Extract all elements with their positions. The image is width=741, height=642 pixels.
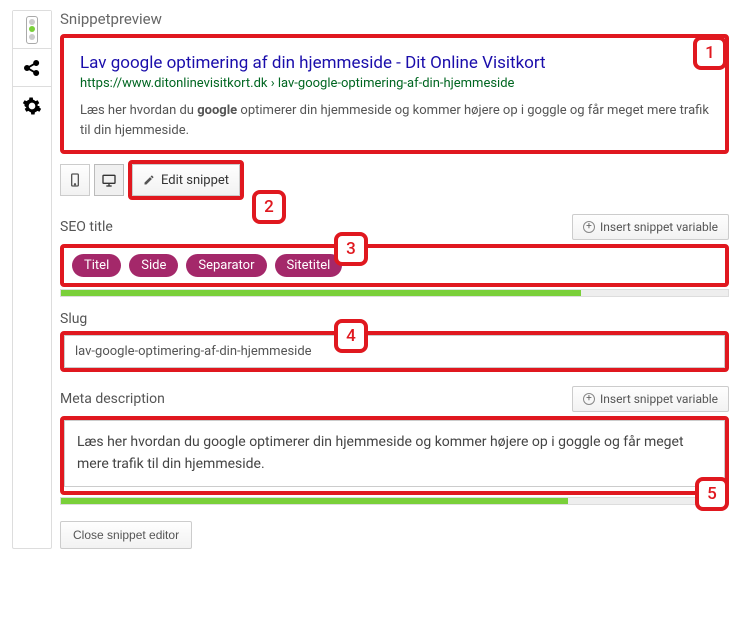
snippet-editor: Snippetpreview 1 Lav google optimering a…: [0, 0, 741, 559]
traffic-light-icon: [26, 16, 38, 44]
variable-pill[interactable]: Side: [129, 254, 178, 277]
gear-icon: [22, 96, 42, 116]
annotation-marker-1: 1: [693, 36, 727, 70]
annotation-marker-4: 4: [334, 319, 368, 353]
tab-settings[interactable]: [13, 87, 51, 125]
slug-label: Slug: [60, 311, 87, 327]
preview-url: https://www.ditonlinevisitkort.dk › lav-…: [80, 76, 709, 91]
tab-readability[interactable]: [13, 11, 51, 49]
slug-block: Slug 4: [60, 311, 729, 372]
variable-pill[interactable]: Sitetitel: [275, 254, 343, 277]
meta-description-highlight: 5: [60, 416, 729, 495]
edit-snippet-highlight: Edit snippet 2: [128, 160, 244, 200]
insert-variable-button-meta[interactable]: + Insert snippet variable: [572, 386, 729, 412]
meta-description-input[interactable]: [64, 420, 725, 487]
seo-title-progress: [60, 289, 729, 297]
seo-title-block: SEO title + Insert snippet variable 3 Ti…: [60, 214, 729, 297]
meta-description-block: Meta description + Insert snippet variab…: [60, 386, 729, 505]
variable-pill[interactable]: Separator: [186, 254, 266, 277]
slug-input[interactable]: [64, 335, 725, 368]
annotation-marker-5: 5: [695, 477, 729, 511]
desktop-icon: [101, 172, 117, 188]
pencil-icon: [143, 174, 155, 186]
seo-title-input[interactable]: 3 Titel Side Separator Sitetitel: [60, 244, 729, 287]
meta-description-label: Meta description: [60, 391, 165, 407]
side-tab-strip: [12, 10, 52, 549]
seo-title-label: SEO title: [60, 219, 113, 235]
tab-share[interactable]: [13, 49, 51, 87]
insert-variable-button-title[interactable]: + Insert snippet variable: [572, 214, 729, 240]
plus-circle-icon: +: [583, 393, 595, 405]
preview-toolbar: Edit snippet 2: [60, 160, 729, 200]
share-icon: [22, 58, 42, 78]
slug-highlight: 4: [60, 331, 729, 372]
main-panel: Snippetpreview 1 Lav google optimering a…: [60, 10, 729, 549]
desktop-preview-button[interactable]: [94, 164, 124, 196]
plus-circle-icon: +: [583, 221, 595, 233]
meta-progress: [60, 497, 729, 505]
annotation-marker-2: 2: [252, 190, 286, 224]
edit-snippet-label: Edit snippet: [161, 173, 229, 188]
snippet-preview-box[interactable]: 1 Lav google optimering af din hjemmesid…: [60, 34, 729, 154]
preview-title-link[interactable]: Lav google optimering af din hjemmeside …: [80, 52, 709, 74]
mobile-preview-button[interactable]: [60, 164, 90, 196]
edit-snippet-button[interactable]: Edit snippet: [132, 164, 240, 196]
variable-pill[interactable]: Titel: [72, 254, 121, 277]
annotation-marker-3: 3: [334, 232, 368, 266]
mobile-icon: [67, 172, 83, 188]
section-title: Snippetpreview: [60, 10, 729, 28]
close-snippet-editor-button[interactable]: Close snippet editor: [60, 521, 192, 549]
preview-description: Læs her hvordan du google optimerer din …: [80, 101, 709, 140]
